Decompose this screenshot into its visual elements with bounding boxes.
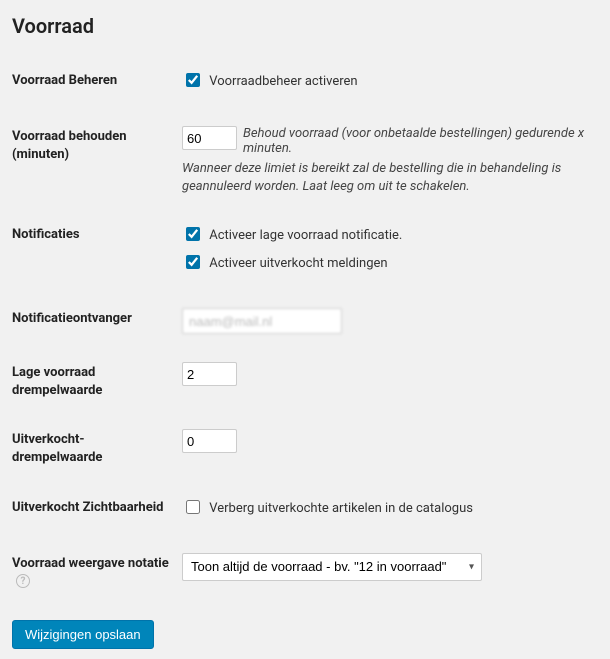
low-stock-notif-label: Activeer lage voorraad notificatie. xyxy=(209,228,402,243)
hold-stock-desc-inline: Behoud voorraad (voor onbetaalde bestell… xyxy=(243,126,598,156)
row-hold-stock: Voorraad behouden (minuten) Behoud voorr… xyxy=(12,112,598,210)
settings-table: Voorraad Beheren Voorraadbeheer activere… xyxy=(12,56,598,606)
row-out-visibility: Uitverkocht Zichtbaarheid Verberg uitver… xyxy=(12,483,598,539)
oos-notif-label: Activeer uitverkocht meldingen xyxy=(209,256,387,271)
low-stock-notif-checkbox[interactable] xyxy=(186,227,200,241)
oos-notif-checkbox[interactable] xyxy=(186,255,200,269)
stock-display-select-wrap[interactable]: Toon altijd de voorraad - bv. "12 in voo… xyxy=(182,553,482,581)
row-low-threshold: Lage voorraad drempelwaarde xyxy=(12,348,598,415)
manage-stock-wrapper[interactable]: Voorraadbeheer activeren xyxy=(182,70,598,90)
stock-display-select[interactable]: Toon altijd de voorraad - bv. "12 in voo… xyxy=(182,553,482,581)
out-visibility-cb-label: Verberg uitverkochte artikelen in de cat… xyxy=(209,501,473,516)
label-manage-stock: Voorraad Beheren xyxy=(12,56,182,112)
manage-stock-checkbox[interactable] xyxy=(186,73,200,87)
label-out-threshold: Uitverkocht-drempelwaarde xyxy=(12,415,182,482)
label-hold-stock: Voorraad behouden (minuten) xyxy=(12,112,182,210)
label-notifications: Notificaties xyxy=(12,210,182,294)
submit-row: Wijzigingen opslaan xyxy=(12,620,598,649)
low-stock-notif-wrapper[interactable]: Activeer lage voorraad notificatie. xyxy=(182,224,598,244)
row-out-threshold: Uitverkocht-drempelwaarde xyxy=(12,415,598,482)
row-manage-stock: Voorraad Beheren Voorraadbeheer activere… xyxy=(12,56,598,112)
label-stock-display: Voorraad weergave notatie ? xyxy=(12,539,182,606)
hold-stock-input[interactable] xyxy=(182,126,237,150)
label-low-threshold: Lage voorraad drempelwaarde xyxy=(12,348,182,415)
label-out-visibility: Uitverkocht Zichtbaarheid xyxy=(12,483,182,539)
recipient-input[interactable] xyxy=(182,308,342,334)
label-recipient: Notificatieontvanger xyxy=(12,294,182,348)
row-recipient: Notificatieontvanger xyxy=(12,294,598,348)
low-threshold-input[interactable] xyxy=(182,362,237,386)
hold-stock-desc-block: Wanneer deze limiet is bereikt zal de be… xyxy=(182,160,598,196)
out-threshold-input[interactable] xyxy=(182,429,237,453)
save-button[interactable]: Wijzigingen opslaan xyxy=(12,620,154,649)
row-notifications: Notificaties Activeer lage voorraad noti… xyxy=(12,210,598,294)
out-visibility-wrapper[interactable]: Verberg uitverkochte artikelen in de cat… xyxy=(182,497,598,517)
help-icon[interactable]: ? xyxy=(16,574,30,588)
oos-notif-wrapper[interactable]: Activeer uitverkocht meldingen xyxy=(182,252,598,272)
manage-stock-cb-label: Voorraadbeheer activeren xyxy=(209,74,357,89)
page-title: Voorraad xyxy=(12,14,598,38)
out-visibility-checkbox[interactable] xyxy=(186,500,200,514)
row-stock-display: Voorraad weergave notatie ? Toon altijd … xyxy=(12,539,598,606)
